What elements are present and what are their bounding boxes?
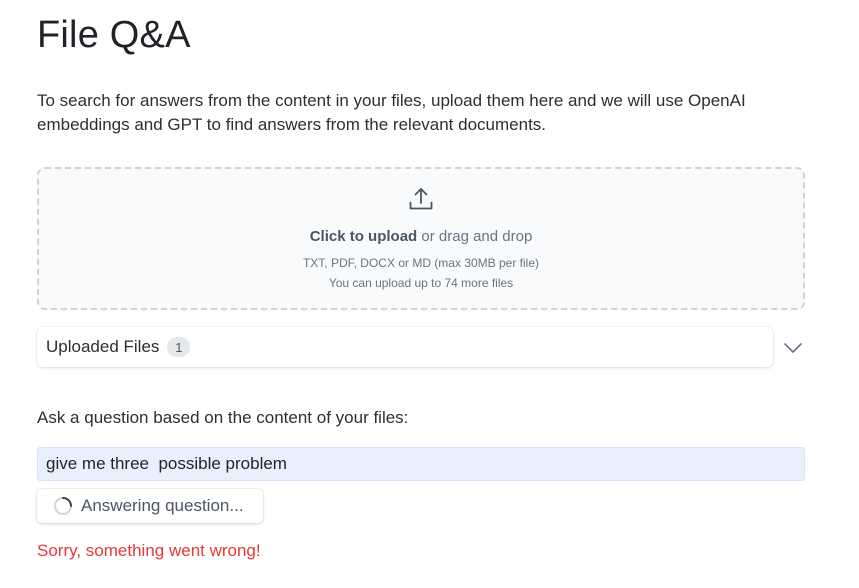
uploaded-files-label: Uploaded Files [46, 337, 160, 356]
click-to-upload-link[interactable]: Click to upload [310, 228, 418, 245]
intro-text: To search for answers from the content i… [37, 91, 746, 134]
chevron-down-icon[interactable] [783, 341, 803, 355]
spinner-icon [54, 497, 72, 515]
drag-and-drop-text: or drag and drop [417, 228, 533, 245]
answer-button-label: Answering question... [81, 496, 244, 515]
uploaded-files-panel[interactable]: Uploaded Files 1 [37, 327, 773, 367]
upload-remaining-hint: You can upload up to 74 more files [328, 276, 514, 290]
upload-instruction: Click to upload or drag and drop [39, 228, 803, 245]
upload-format-hint: TXT, PDF, DOCX or MD (max 30MB per file) [302, 256, 540, 270]
question-input[interactable] [37, 447, 805, 481]
upload-dropzone[interactable]: Click to upload or drag and drop TXT, PD… [37, 167, 805, 310]
error-message: Sorry, something went wrong! [37, 541, 261, 560]
upload-icon [409, 188, 433, 210]
question-label: Ask a question based on the content of y… [37, 408, 409, 427]
uploaded-files-count-badge: 1 [167, 337, 191, 357]
page-title: File Q&A [37, 14, 191, 56]
answer-question-button[interactable]: Answering question... [37, 489, 263, 523]
